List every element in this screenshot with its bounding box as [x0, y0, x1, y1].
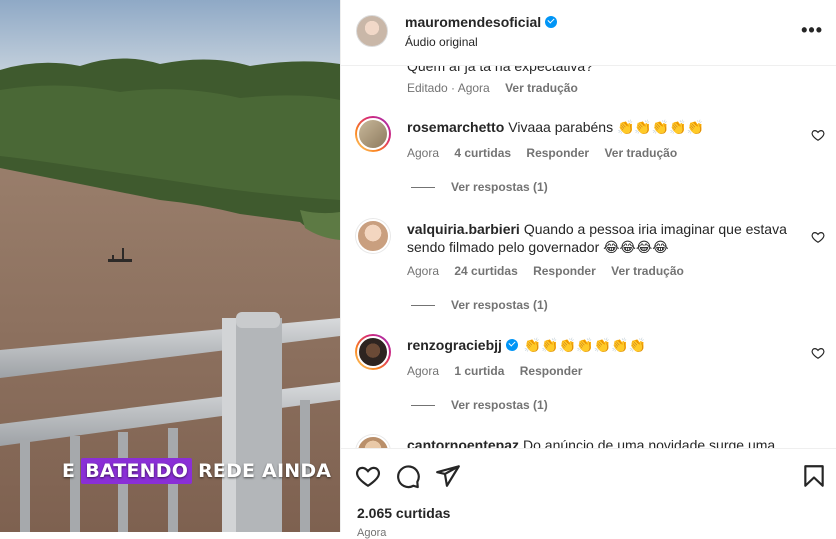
- comment-time: Agora: [407, 364, 440, 378]
- comment-meta: Agora 4 curtidas Responder Ver tradução: [407, 146, 689, 160]
- commenter-username[interactable]: rosemarchetto: [407, 119, 504, 135]
- share-icon[interactable]: [435, 463, 461, 489]
- comment-text: Vivaaa parabéns 👏👏👏👏👏: [508, 119, 705, 135]
- view-replies-label[interactable]: Ver respostas (1): [451, 180, 548, 194]
- commenter-avatar[interactable]: [355, 334, 391, 370]
- previous-comment-edited: Editado · Agora: [407, 81, 490, 95]
- heart-icon[interactable]: [811, 230, 825, 244]
- reply-button[interactable]: Responder: [526, 146, 589, 160]
- commenter-avatar[interactable]: [355, 218, 391, 254]
- translate-link[interactable]: Ver tradução: [604, 146, 677, 160]
- view-replies-label[interactable]: Ver respostas (1): [451, 298, 548, 312]
- commenter-avatar[interactable]: [355, 116, 391, 152]
- comment-time: Agora: [407, 264, 440, 278]
- commenter-username[interactable]: cantornoentepaz: [407, 437, 519, 448]
- view-replies-label[interactable]: Ver respostas (1): [451, 398, 548, 412]
- comment-text: 👏👏👏👏👏👏👏: [523, 337, 646, 353]
- comments-list[interactable]: Quem aí já tá na expectativa? Editado · …: [341, 66, 836, 448]
- previous-comment-meta: Editado · Agora Ver tradução: [407, 81, 590, 95]
- comment-body: valquiria.barbieri Quando a pessoa iria i…: [407, 220, 787, 256]
- comment-time: Agora: [407, 146, 440, 160]
- heart-icon[interactable]: [355, 463, 381, 489]
- verified-badge-icon: [505, 339, 518, 351]
- verified-badge-icon: [545, 16, 558, 28]
- caption-word-end: REDE AINDA: [198, 459, 332, 482]
- commenter-username[interactable]: valquiria.barbieri: [407, 221, 520, 237]
- replies-divider: [411, 186, 435, 188]
- post-panel: mauromendesoficial Áudio original ••• Qu…: [340, 0, 836, 539]
- bookmark-icon[interactable]: [801, 463, 827, 489]
- comment-likes[interactable]: 1 curtida: [454, 364, 504, 378]
- comment-meta: Agora 1 curtida Responder: [407, 364, 594, 378]
- comment-body: cantornoentepaz Do anúncio de uma novidad…: [407, 436, 787, 448]
- replies-divider: [411, 404, 435, 406]
- translate-link[interactable]: Ver tradução: [505, 81, 578, 95]
- heart-icon[interactable]: [811, 346, 825, 360]
- caption-word-start: E: [62, 459, 76, 482]
- view-replies-button[interactable]: Ver respostas (1): [411, 398, 548, 412]
- comment-icon[interactable]: [395, 463, 421, 489]
- more-options-icon[interactable]: •••: [801, 20, 823, 41]
- heart-icon[interactable]: [811, 128, 825, 142]
- video-frame-scene: [0, 0, 340, 532]
- comment-likes[interactable]: 24 curtidas: [454, 264, 517, 278]
- caption-highlight: BATENDO: [81, 457, 193, 484]
- author-username-text[interactable]: mauromendesoficial: [405, 14, 541, 30]
- reel-video[interactable]: E BATENDO REDE AINDA: [0, 0, 340, 532]
- comment-body: rosemarchetto Vivaaa parabéns 👏👏👏👏👏: [407, 118, 787, 136]
- comment-body: renzograciebjj 👏👏👏👏👏👏👏: [407, 336, 787, 354]
- post-likes-count[interactable]: 2.065 curtidas: [357, 505, 450, 521]
- audio-link[interactable]: Áudio original: [405, 35, 478, 49]
- replies-divider: [411, 304, 435, 306]
- author-username[interactable]: mauromendesoficial: [405, 14, 558, 30]
- previous-comment-text: Quem aí já tá na expectativa?: [407, 66, 593, 74]
- comment-text: Do anúncio de uma novidade surge uma: [523, 437, 776, 448]
- post-time: Agora: [357, 527, 387, 539]
- reply-button[interactable]: Responder: [520, 364, 583, 378]
- translate-link[interactable]: Ver tradução: [611, 264, 684, 278]
- post-header: mauromendesoficial Áudio original •••: [341, 0, 836, 66]
- author-avatar[interactable]: [356, 15, 388, 47]
- commenter-avatar[interactable]: [355, 434, 391, 448]
- post-actions: 2.065 curtidas Agora: [341, 448, 836, 539]
- comment-meta: Agora 24 curtidas Responder Ver tradução: [407, 264, 696, 278]
- comment-likes[interactable]: 4 curtidas: [454, 146, 511, 160]
- view-replies-button[interactable]: Ver respostas (1): [411, 298, 548, 312]
- commenter-username[interactable]: renzograciebjj: [407, 337, 502, 353]
- video-caption: E BATENDO REDE AINDA: [62, 455, 331, 486]
- view-replies-button[interactable]: Ver respostas (1): [411, 180, 548, 194]
- reply-button[interactable]: Responder: [533, 264, 596, 278]
